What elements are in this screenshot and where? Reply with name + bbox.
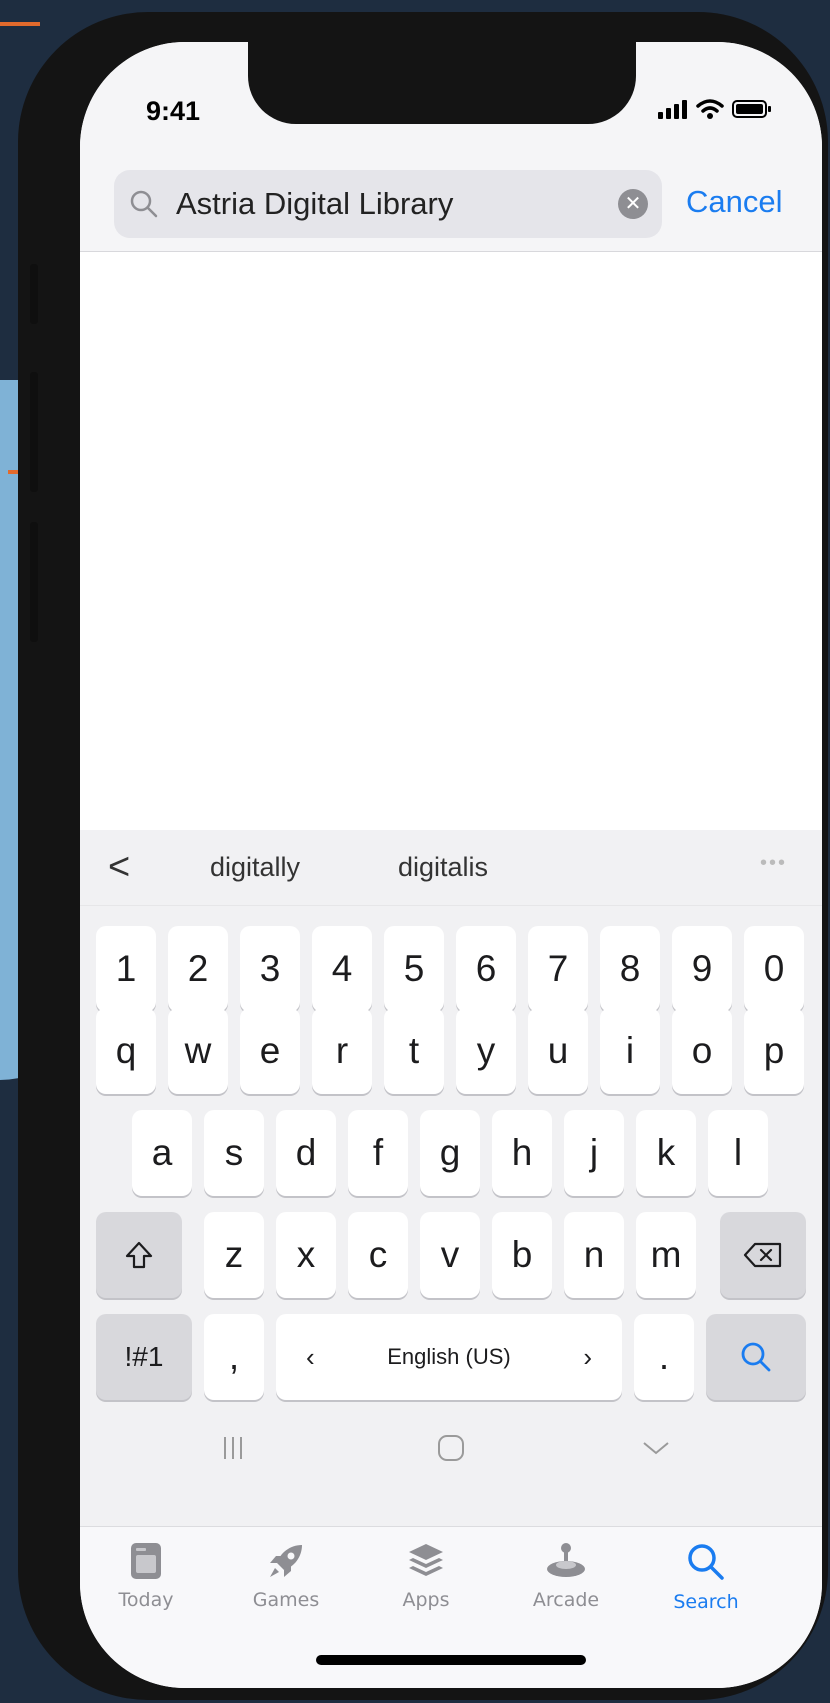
language-prev-icon: ‹ bbox=[306, 1341, 315, 1372]
search-icon bbox=[130, 190, 158, 218]
system-nav-bar bbox=[80, 1415, 822, 1505]
key-u[interactable]: u bbox=[528, 1008, 588, 1094]
suggestion-item[interactable]: digitalis bbox=[398, 852, 488, 883]
screen: 9:41 Astria Digital Library ✕ Cancel < d… bbox=[80, 42, 822, 1688]
shift-key[interactable] bbox=[96, 1212, 182, 1298]
key-4[interactable]: 4 bbox=[312, 926, 372, 1012]
key-6[interactable]: 6 bbox=[456, 926, 516, 1012]
tab-search[interactable]: Search bbox=[646, 1541, 766, 1613]
letter-row-3: z x c v b n m bbox=[80, 1212, 822, 1300]
tab-games[interactable]: Games bbox=[226, 1541, 346, 1611]
search-input[interactable]: Astria Digital Library ✕ bbox=[114, 170, 662, 238]
key-k[interactable]: k bbox=[636, 1110, 696, 1196]
mute-switch bbox=[30, 264, 38, 324]
key-0[interactable]: 0 bbox=[744, 926, 804, 1012]
tab-label: Today bbox=[118, 1589, 174, 1611]
period-key[interactable]: . bbox=[634, 1314, 694, 1400]
key-m[interactable]: m bbox=[636, 1212, 696, 1298]
letter-row-1: q w e r t y u i o p bbox=[80, 1008, 822, 1096]
key-s[interactable]: s bbox=[204, 1110, 264, 1196]
shift-icon bbox=[125, 1241, 153, 1269]
status-icons bbox=[658, 98, 772, 120]
key-g[interactable]: g bbox=[420, 1110, 480, 1196]
key-j[interactable]: j bbox=[564, 1110, 624, 1196]
suggestion-bar: < digitally digitalis ••• bbox=[80, 830, 822, 906]
chevron-down-icon[interactable] bbox=[640, 1433, 672, 1463]
search-key[interactable] bbox=[706, 1314, 806, 1400]
key-v[interactable]: v bbox=[420, 1212, 480, 1298]
key-t[interactable]: t bbox=[384, 1008, 444, 1094]
volume-down-button bbox=[30, 522, 38, 642]
key-o[interactable]: o bbox=[672, 1008, 732, 1094]
key-8[interactable]: 8 bbox=[600, 926, 660, 1012]
letter-row-2: a s d f g h j k l bbox=[80, 1110, 822, 1198]
key-b[interactable]: b bbox=[492, 1212, 552, 1298]
key-a[interactable]: a bbox=[132, 1110, 192, 1196]
clear-search-button[interactable]: ✕ bbox=[618, 189, 648, 219]
close-icon: ✕ bbox=[624, 193, 642, 215]
phone-frame: 9:41 Astria Digital Library ✕ Cancel < d… bbox=[18, 12, 828, 1700]
key-x[interactable]: x bbox=[276, 1212, 336, 1298]
backspace-icon bbox=[743, 1242, 782, 1268]
home-indicator[interactable] bbox=[316, 1655, 586, 1665]
language-next-icon: › bbox=[583, 1341, 592, 1372]
key-c[interactable]: c bbox=[348, 1212, 408, 1298]
key-9[interactable]: 9 bbox=[672, 926, 732, 1012]
today-icon bbox=[131, 1543, 161, 1579]
tab-apps[interactable]: Apps bbox=[366, 1541, 486, 1611]
key-7[interactable]: 7 bbox=[528, 926, 588, 1012]
battery-icon bbox=[732, 100, 771, 118]
rocket-icon bbox=[270, 1545, 302, 1577]
wifi-icon bbox=[696, 99, 724, 119]
tab-arcade[interactable]: Arcade bbox=[506, 1541, 626, 1611]
key-n[interactable]: n bbox=[564, 1212, 624, 1298]
keyboard: < digitally digitalis ••• 1 2 3 4 5 6 7 … bbox=[80, 830, 822, 1542]
tab-label: Arcade bbox=[532, 1589, 600, 1611]
key-i[interactable]: i bbox=[600, 1008, 660, 1094]
key-l[interactable]: l bbox=[708, 1110, 768, 1196]
comma-key[interactable]: , bbox=[204, 1314, 264, 1400]
tab-today[interactable]: Today bbox=[86, 1541, 206, 1611]
joystick-icon bbox=[547, 1543, 585, 1577]
volume-up-button bbox=[30, 372, 38, 492]
key-h[interactable]: h bbox=[492, 1110, 552, 1196]
recent-apps-icon[interactable] bbox=[218, 1433, 248, 1463]
number-row: 1 2 3 4 5 6 7 8 9 0 bbox=[80, 926, 822, 1014]
more-icon[interactable]: ••• bbox=[760, 852, 787, 875]
language-label: English (US) bbox=[387, 1344, 511, 1369]
search-query: Astria Digital Library bbox=[176, 186, 454, 221]
key-5[interactable]: 5 bbox=[384, 926, 444, 1012]
key-2[interactable]: 2 bbox=[168, 926, 228, 1012]
key-r[interactable]: r bbox=[312, 1008, 372, 1094]
home-button-icon[interactable] bbox=[436, 1433, 466, 1463]
key-q[interactable]: q bbox=[96, 1008, 156, 1094]
key-y[interactable]: y bbox=[456, 1008, 516, 1094]
key-e[interactable]: e bbox=[240, 1008, 300, 1094]
space-key[interactable]: ‹ English (US) › bbox=[276, 1314, 622, 1400]
key-1[interactable]: 1 bbox=[96, 926, 156, 1012]
chevron-left-icon[interactable]: < bbox=[108, 846, 130, 889]
notch bbox=[248, 42, 636, 124]
key-p[interactable]: p bbox=[744, 1008, 804, 1094]
cancel-button[interactable]: Cancel bbox=[686, 184, 783, 220]
search-icon bbox=[688, 1544, 724, 1580]
backspace-key[interactable] bbox=[720, 1212, 806, 1298]
apps-stack-icon bbox=[409, 1544, 443, 1576]
key-z[interactable]: z bbox=[204, 1212, 264, 1298]
search-icon bbox=[741, 1342, 771, 1372]
key-3[interactable]: 3 bbox=[240, 926, 300, 1012]
tab-label: Apps bbox=[402, 1589, 450, 1611]
key-w[interactable]: w bbox=[168, 1008, 228, 1094]
tab-label: Search bbox=[673, 1591, 739, 1613]
signal-icon bbox=[658, 100, 687, 119]
background-stripe bbox=[0, 22, 40, 26]
key-f[interactable]: f bbox=[348, 1110, 408, 1196]
symbols-key[interactable]: !#1 bbox=[96, 1314, 192, 1400]
tab-label: Games bbox=[252, 1589, 320, 1611]
key-d[interactable]: d bbox=[276, 1110, 336, 1196]
status-time: 9:41 bbox=[146, 96, 201, 126]
suggestion-item[interactable]: digitally bbox=[210, 852, 300, 883]
bottom-key-row: !#1 , ‹ English (US) › . bbox=[80, 1314, 822, 1402]
